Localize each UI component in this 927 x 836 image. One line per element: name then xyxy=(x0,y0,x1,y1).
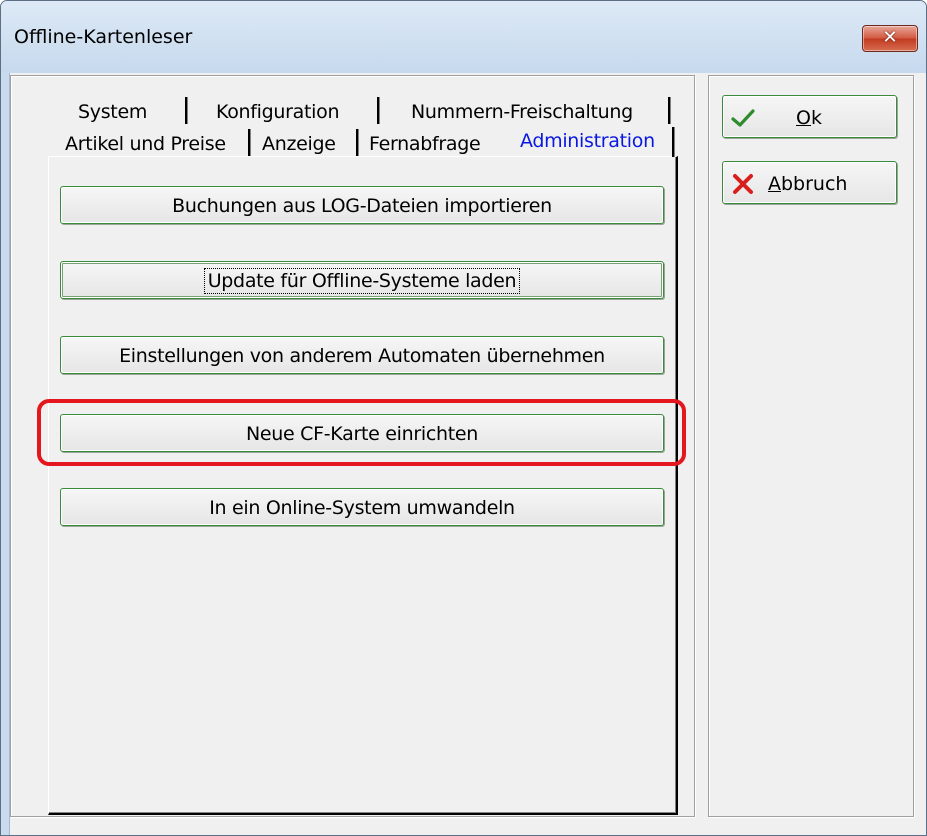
adopt-settings-button[interactable]: Einstellungen von anderem Automaten über… xyxy=(60,336,664,374)
tab-artikel-und-preise[interactable]: Artikel und Preise xyxy=(65,133,226,155)
tab-page-administration xyxy=(48,156,678,815)
update-offline-systems-button[interactable]: Update für Offline-Systeme laden xyxy=(60,261,664,299)
ok-button[interactable]: Ok xyxy=(722,95,897,138)
tab-anzeige[interactable]: Anzeige xyxy=(262,133,336,155)
cancel-button[interactable]: Abbruch xyxy=(722,161,897,204)
window-title: Offline-Kartenleser xyxy=(14,26,193,48)
tab-separator xyxy=(672,127,674,157)
tab-separator xyxy=(185,97,187,124)
cancel-label-rest: bbruch xyxy=(781,173,848,195)
tab-system[interactable]: System xyxy=(78,101,147,123)
title-bar[interactable]: Offline-Kartenleser ✕ xyxy=(1,1,926,73)
tab-separator xyxy=(668,97,670,124)
tab-separator xyxy=(377,97,379,124)
ok-label-rest: k xyxy=(810,107,822,129)
import-log-files-button[interactable]: Buchungen aus LOG-Dateien importieren xyxy=(60,186,664,224)
setup-new-cf-card-button[interactable]: Neue CF-Karte einrichten xyxy=(60,414,664,452)
close-button[interactable]: ✕ xyxy=(862,25,918,52)
close-icon: ✕ xyxy=(882,27,898,48)
red-x-icon xyxy=(733,174,753,194)
convert-to-online-system-button[interactable]: In ein Online-System umwandeln xyxy=(60,488,664,526)
tab-separator xyxy=(356,129,358,156)
tab-konfiguration[interactable]: Konfiguration xyxy=(216,101,340,123)
tab-nummern-freischaltung[interactable]: Nummern-Freischaltung xyxy=(411,101,633,123)
ok-accelerator: O xyxy=(796,107,811,129)
tab-fernabfrage[interactable]: Fernabfrage xyxy=(369,133,481,155)
checkmark-icon xyxy=(731,109,755,127)
tab-separator xyxy=(248,129,250,156)
tab-administration[interactable]: Administration xyxy=(520,130,655,152)
cancel-accelerator: A xyxy=(768,173,781,195)
